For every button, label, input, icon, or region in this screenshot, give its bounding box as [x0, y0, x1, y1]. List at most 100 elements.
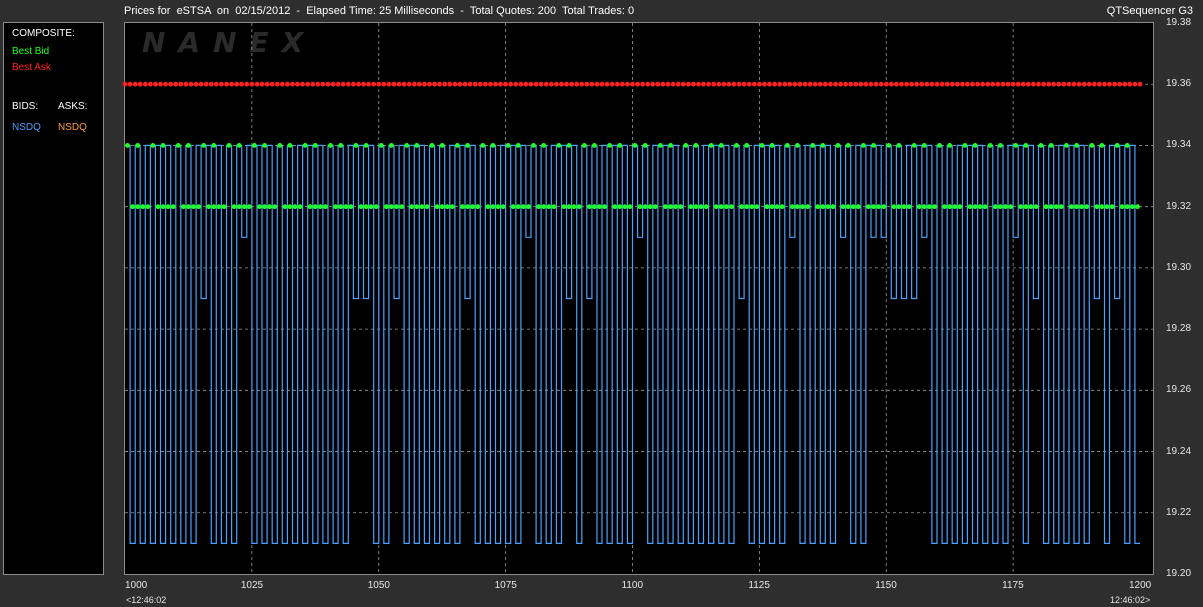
best-bid-marker — [1008, 204, 1013, 210]
best-bid-marker — [246, 204, 252, 210]
best-bid-marker — [566, 143, 572, 148]
best-ask-marker — [696, 81, 701, 87]
best-ask-marker — [970, 81, 975, 87]
best-ask-marker — [173, 81, 179, 87]
best-ask-marker — [665, 81, 671, 87]
best-bid-marker — [1094, 204, 1100, 210]
best-ask-marker — [965, 81, 970, 87]
best-ask-marker — [523, 81, 529, 87]
best-ask-marker — [574, 81, 580, 87]
best-ask-marker — [1091, 81, 1097, 87]
best-bid-marker — [439, 143, 445, 148]
best-ask-marker — [178, 81, 184, 87]
best-bid-marker — [896, 143, 902, 148]
best-ask-marker — [589, 81, 595, 87]
best-bid-marker — [287, 143, 293, 148]
best-bid-marker — [500, 204, 506, 210]
best-ask-marker — [132, 81, 138, 87]
best-bid-marker — [307, 204, 313, 210]
best-bid-marker — [571, 204, 577, 210]
best-bid-marker — [998, 204, 1003, 210]
best-bid-marker — [921, 204, 927, 210]
best-bid-marker — [551, 204, 557, 210]
best-ask-marker — [579, 81, 585, 87]
best-ask-marker — [1102, 81, 1107, 87]
best-bid-marker — [1053, 204, 1059, 210]
best-bid-marker — [338, 204, 344, 210]
best-bid-marker — [724, 204, 729, 210]
best-ask-marker — [762, 81, 767, 87]
best-bid-marker — [409, 204, 415, 210]
best-ask-marker — [569, 81, 574, 87]
best-bid-marker — [505, 143, 511, 148]
best-bid-marker — [399, 204, 404, 210]
best-bid-marker — [795, 204, 800, 210]
best-bid-marker — [546, 204, 552, 210]
best-ask-marker — [285, 81, 290, 87]
best-bid-marker — [998, 143, 1003, 148]
best-ask-marker — [371, 81, 377, 87]
best-ask-marker — [833, 81, 838, 87]
best-bid-marker — [627, 204, 633, 210]
best-bid-marker — [1114, 143, 1120, 148]
y-tick-label: 19.22 — [1166, 506, 1192, 518]
best-ask-marker — [777, 81, 783, 87]
best-bid-marker — [642, 204, 648, 210]
best-ask-marker — [559, 81, 564, 87]
best-ask-marker — [183, 81, 189, 87]
best-ask-marker — [1036, 81, 1041, 87]
best-ask-marker — [219, 81, 224, 87]
best-ask-marker — [376, 81, 382, 87]
best-ask-marker — [858, 81, 864, 87]
best-bid-marker — [942, 204, 947, 210]
best-bid-marker — [272, 204, 278, 210]
best-ask-marker — [1076, 81, 1082, 87]
best-ask-marker — [660, 81, 666, 87]
best-ask-marker — [1086, 81, 1092, 87]
best-ask-marker — [300, 81, 305, 87]
best-ask-marker — [944, 81, 950, 87]
best-ask-marker — [295, 81, 300, 87]
best-ask-marker — [447, 81, 453, 87]
best-ask-marker — [741, 81, 747, 87]
x-tick-label: 1100 — [621, 580, 644, 591]
best-bid-marker — [597, 204, 602, 210]
best-ask-marker — [604, 81, 610, 87]
best-bid-marker — [389, 143, 394, 148]
best-bid-marker — [282, 204, 288, 210]
best-bid-marker — [718, 143, 724, 148]
best-bid-marker — [652, 204, 658, 210]
best-ask-marker — [528, 81, 534, 87]
best-ask-marker — [863, 81, 869, 87]
best-bid-marker — [181, 204, 186, 210]
y-tick-label: 19.26 — [1166, 384, 1192, 396]
best-ask-marker — [305, 81, 311, 87]
best-ask-marker — [518, 81, 524, 87]
best-bid-marker — [175, 143, 181, 148]
best-bid-marker — [688, 204, 694, 210]
best-bid-marker — [353, 143, 359, 148]
best-bid-marker — [186, 143, 191, 148]
best-ask-marker — [137, 81, 143, 87]
best-bid-marker — [668, 143, 673, 148]
best-ask-marker — [782, 81, 788, 87]
best-ask-marker — [960, 81, 965, 87]
best-bid-marker — [378, 143, 384, 148]
best-ask-marker — [269, 81, 275, 87]
best-bid-marker — [779, 204, 785, 210]
best-bid-marker — [744, 143, 750, 148]
best-bid-marker — [1048, 204, 1054, 210]
best-bid-marker — [515, 204, 521, 210]
best-bid-marker — [952, 204, 958, 210]
best-ask-marker — [655, 81, 661, 87]
best-bid-marker — [972, 204, 978, 210]
best-bid-marker — [820, 143, 826, 148]
best-bid-marker — [769, 204, 775, 210]
best-ask-marker — [711, 81, 717, 87]
best-bid-marker — [236, 204, 242, 210]
best-ask-marker — [457, 81, 463, 87]
x-tick-label: 1050 — [367, 580, 390, 591]
best-ask-marker — [1031, 81, 1036, 87]
best-ask-marker — [351, 81, 356, 87]
best-bid-marker — [216, 204, 222, 210]
